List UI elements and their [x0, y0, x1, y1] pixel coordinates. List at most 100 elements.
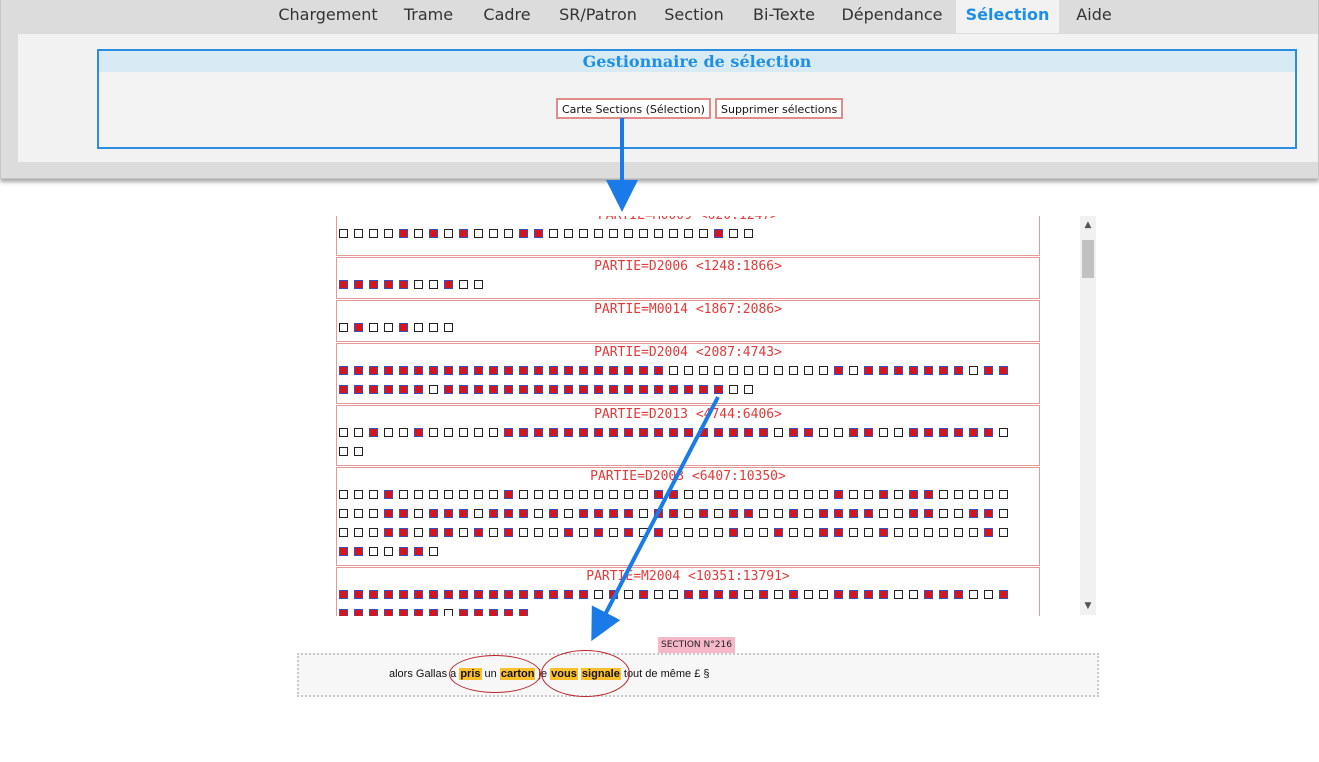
section-square[interactable]	[984, 590, 993, 599]
section-square[interactable]	[819, 490, 828, 499]
selected-section-square[interactable]	[414, 385, 423, 394]
selected-section-square[interactable]	[414, 609, 423, 616]
section-square[interactable]	[669, 528, 678, 537]
section-square[interactable]	[729, 366, 738, 375]
section-square[interactable]	[954, 509, 963, 518]
section-square[interactable]	[369, 547, 378, 556]
selected-section-square[interactable]	[984, 366, 993, 375]
section-square[interactable]	[444, 428, 453, 437]
selected-section-square[interactable]	[429, 590, 438, 599]
selected-section-square[interactable]	[399, 528, 408, 537]
selected-section-square[interactable]	[999, 366, 1008, 375]
selected-section-square[interactable]	[354, 280, 363, 289]
selected-section-square[interactable]	[354, 366, 363, 375]
selected-section-square[interactable]	[579, 428, 588, 437]
section-square[interactable]	[609, 229, 618, 238]
section-square[interactable]	[729, 229, 738, 238]
section-square[interactable]	[399, 428, 408, 437]
selected-section-square[interactable]	[924, 490, 933, 499]
selected-section-square[interactable]	[474, 528, 483, 537]
selected-section-square[interactable]	[864, 509, 873, 518]
section-square[interactable]	[549, 528, 558, 537]
section-square[interactable]	[729, 385, 738, 394]
selected-section-square[interactable]	[729, 590, 738, 599]
selected-section-square[interactable]	[414, 366, 423, 375]
selected-section-square[interactable]	[504, 609, 513, 616]
section-square[interactable]	[909, 590, 918, 599]
section-square[interactable]	[459, 490, 468, 499]
selected-section-square[interactable]	[564, 385, 573, 394]
section-square[interactable]	[714, 490, 723, 499]
selected-section-square[interactable]	[699, 590, 708, 599]
selected-section-square[interactable]	[879, 490, 888, 499]
selected-section-square[interactable]	[624, 366, 633, 375]
section-square[interactable]	[894, 428, 903, 437]
section-square[interactable]	[999, 428, 1008, 437]
section-square[interactable]	[339, 323, 348, 332]
selected-section-square[interactable]	[624, 428, 633, 437]
section-square[interactable]	[699, 229, 708, 238]
section-square[interactable]	[384, 229, 393, 238]
selected-section-square[interactable]	[504, 366, 513, 375]
section-square[interactable]	[444, 609, 453, 616]
section-square[interactable]	[429, 547, 438, 556]
selected-section-square[interactable]	[714, 229, 723, 238]
section-square[interactable]	[684, 509, 693, 518]
selected-section-square[interactable]	[579, 509, 588, 518]
section-square[interactable]	[744, 528, 753, 537]
section-square[interactable]	[444, 323, 453, 332]
selected-section-square[interactable]	[609, 590, 618, 599]
section-square[interactable]	[594, 490, 603, 499]
section-square[interactable]	[729, 490, 738, 499]
selected-section-square[interactable]	[549, 385, 558, 394]
section-square[interactable]	[354, 528, 363, 537]
section-square[interactable]	[414, 229, 423, 238]
selected-section-square[interactable]	[459, 509, 468, 518]
selected-section-square[interactable]	[669, 428, 678, 437]
selected-section-square[interactable]	[489, 509, 498, 518]
section-square[interactable]	[594, 229, 603, 238]
selected-section-square[interactable]	[549, 428, 558, 437]
section-square[interactable]	[414, 509, 423, 518]
section-square[interactable]	[909, 528, 918, 537]
section-square[interactable]	[609, 490, 618, 499]
selected-section-square[interactable]	[954, 590, 963, 599]
section-square[interactable]	[354, 447, 363, 456]
section-square[interactable]	[429, 323, 438, 332]
section-square[interactable]	[414, 280, 423, 289]
section-square[interactable]	[804, 590, 813, 599]
selected-section-square[interactable]	[534, 366, 543, 375]
selected-section-square[interactable]	[579, 590, 588, 599]
section-square[interactable]	[939, 490, 948, 499]
section-square[interactable]	[744, 366, 753, 375]
selected-section-square[interactable]	[564, 528, 573, 537]
selected-section-square[interactable]	[669, 509, 678, 518]
selected-section-square[interactable]	[759, 590, 768, 599]
tab-dépendance[interactable]: Dépendance	[834, 0, 950, 33]
section-square[interactable]	[354, 509, 363, 518]
selected-section-square[interactable]	[714, 385, 723, 394]
selected-section-square[interactable]	[594, 509, 603, 518]
section-square[interactable]	[714, 366, 723, 375]
selected-section-square[interactable]	[714, 590, 723, 599]
selected-section-square[interactable]	[414, 428, 423, 437]
section-square[interactable]	[864, 528, 873, 537]
selected-section-square[interactable]	[924, 366, 933, 375]
selected-section-square[interactable]	[399, 385, 408, 394]
selected-section-square[interactable]	[579, 366, 588, 375]
section-square[interactable]	[849, 366, 858, 375]
selected-section-square[interactable]	[639, 366, 648, 375]
selected-section-square[interactable]	[609, 509, 618, 518]
section-square[interactable]	[384, 547, 393, 556]
selected-section-square[interactable]	[594, 366, 603, 375]
selected-section-square[interactable]	[564, 590, 573, 599]
section-square[interactable]	[594, 590, 603, 599]
selected-section-square[interactable]	[939, 428, 948, 437]
section-square[interactable]	[774, 509, 783, 518]
section-square[interactable]	[774, 428, 783, 437]
section-square[interactable]	[339, 229, 348, 238]
section-square[interactable]	[624, 590, 633, 599]
selected-section-square[interactable]	[504, 590, 513, 599]
selected-section-square[interactable]	[504, 509, 513, 518]
section-square[interactable]	[774, 366, 783, 375]
